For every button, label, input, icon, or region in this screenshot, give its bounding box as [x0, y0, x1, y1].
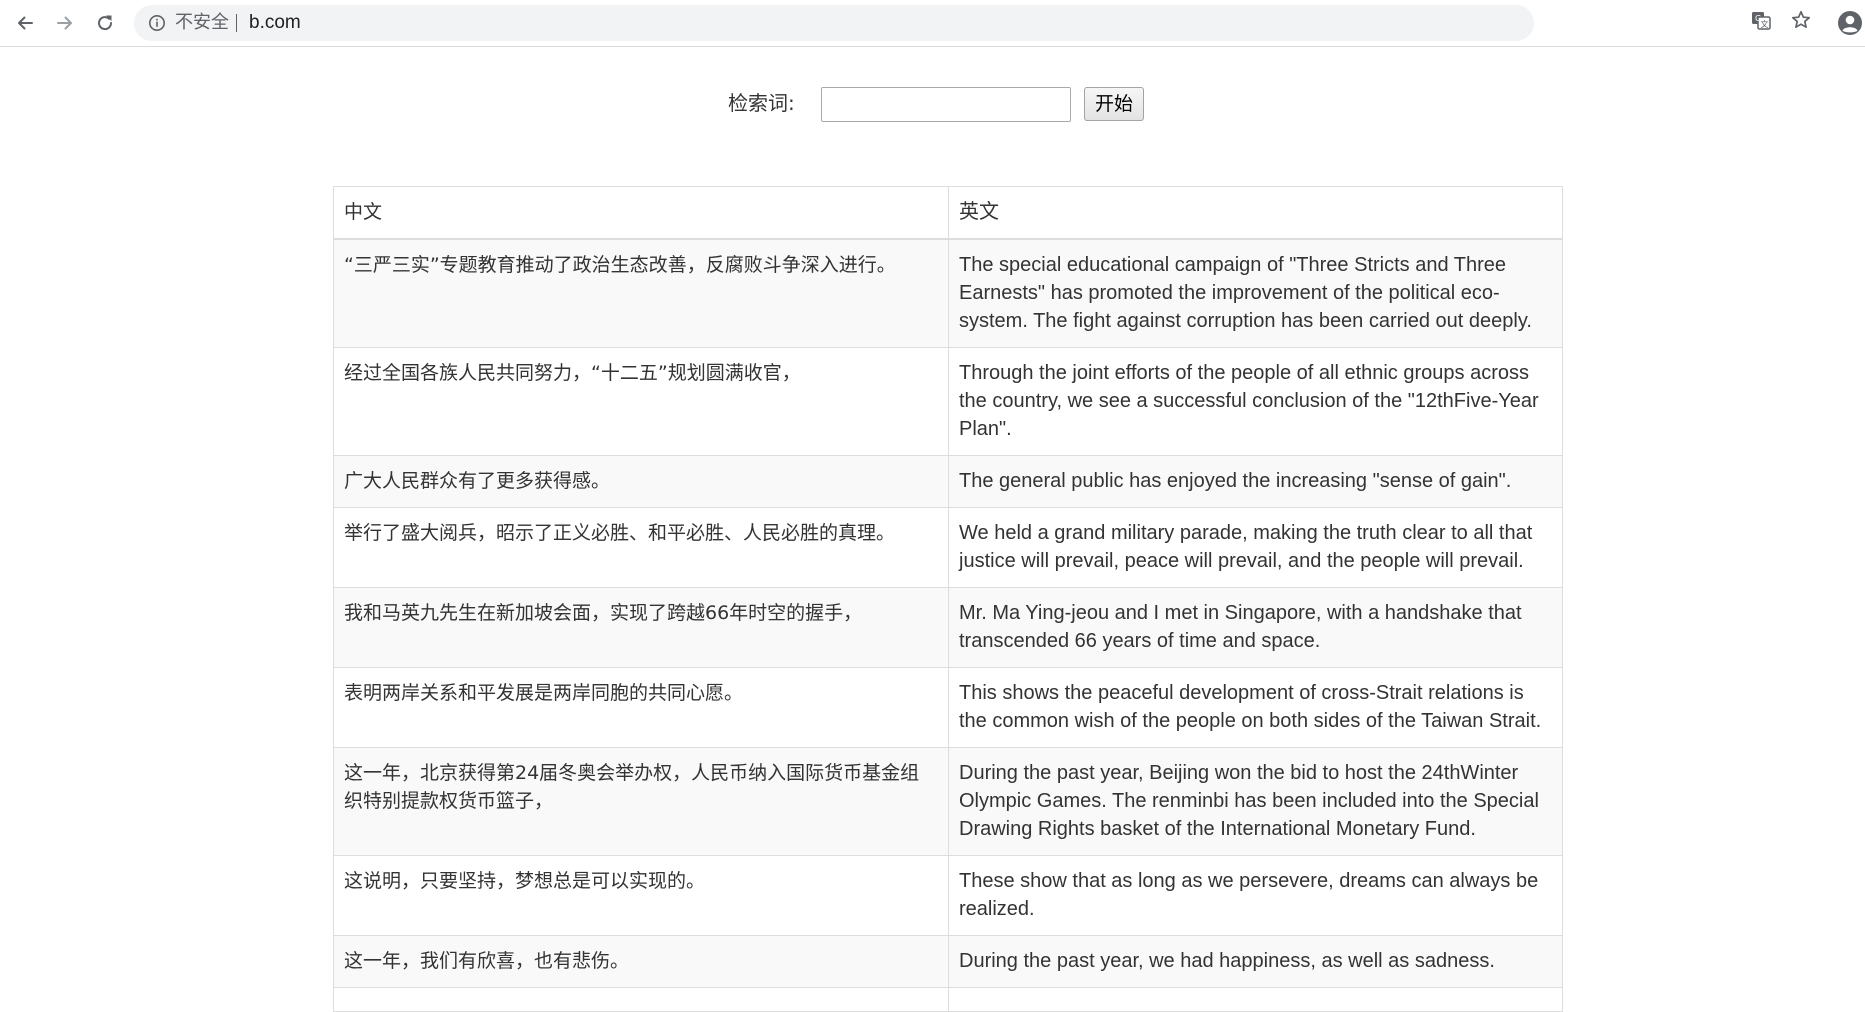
start-search-button[interactable]: 开始 [1084, 87, 1144, 121]
table-row: 我和马英九先生在新加坡会面，实现了跨越66年时空的握手， Mr. Ma Ying… [333, 587, 1563, 668]
cell-chinese: 这一年，我们有欣喜，也有悲伤。 [333, 935, 949, 988]
forward-button[interactable] [49, 7, 81, 39]
cell-english: We held a grand military parade, making … [948, 507, 1563, 588]
info-icon[interactable] [148, 14, 166, 32]
header-chinese: 中文 [333, 186, 949, 240]
table-row: 经过全国各族人民共同努力，“十二五”规划圆满收官， Through the jo… [333, 347, 1563, 456]
reload-icon [98, 15, 113, 31]
table-row: 举行了盛大阅兵，昭示了正义必胜、和平必胜、人民必胜的真理。 We held a … [333, 507, 1563, 588]
arrow-left-icon [18, 16, 33, 30]
url-text[interactable]: b.com [249, 12, 301, 34]
table-row [333, 987, 1563, 1012]
cell-chinese: 这一年，北京获得第24届冬奥会举办权，人民币纳入国际货币基金组织特别提款权货币篮… [333, 747, 949, 856]
cell-english [948, 987, 1563, 1012]
table-row: 广大人民群众有了更多获得感。 The general public has en… [333, 455, 1563, 508]
cell-english: These show that as long as we persevere,… [948, 855, 1563, 936]
results-table: 中文 英文 “三严三实”专题教育推动了政治生态改善，反腐败斗争深入进行。 The… [333, 186, 1563, 1012]
cell-english: The special educational campaign of "Thr… [948, 238, 1563, 348]
svg-text:文: 文 [1761, 19, 1769, 29]
cell-chinese: “三严三实”专题教育推动了政治生态改善，反腐败斗争深入进行。 [333, 238, 949, 348]
table-row: 这说明，只要坚持，梦想总是可以实现的。 These show that as l… [333, 855, 1563, 936]
account-icon[interactable] [1837, 10, 1863, 36]
table-row: 表明两岸关系和平发展是两岸同胞的共同心愿。 This shows the pea… [333, 667, 1563, 748]
omnibox-divider [236, 14, 237, 32]
translate-icon[interactable]: G 文 [1750, 9, 1772, 31]
reload-button[interactable] [89, 7, 121, 39]
search-input[interactable] [821, 87, 1071, 122]
star-icon[interactable] [1790, 9, 1812, 31]
cell-english: During the past year, we had happiness, … [948, 935, 1563, 988]
cell-chinese: 这说明，只要坚持，梦想总是可以实现的。 [333, 855, 949, 936]
arrow-right-icon [57, 16, 72, 30]
security-status-text[interactable]: 不安全 [175, 12, 229, 34]
cell-chinese: 表明两岸关系和平发展是两岸同胞的共同心愿。 [333, 667, 949, 748]
cell-english: This shows the peaceful development of c… [948, 667, 1563, 748]
table-row: “三严三实”专题教育推动了政治生态改善，反腐败斗争深入进行。 The speci… [333, 238, 1563, 348]
browser-toolbar: 不安全 b.com G 文 [0, 0, 1865, 47]
cell-chinese: 举行了盛大阅兵，昭示了正义必胜、和平必胜、人民必胜的真理。 [333, 507, 949, 588]
header-english: 英文 [948, 186, 1563, 240]
table-row: 这一年，我们有欣喜，也有悲伤。 During the past year, we… [333, 935, 1563, 988]
cell-english: Mr. Ma Ying-jeou and I met in Singapore,… [948, 587, 1563, 668]
cell-english: Through the joint efforts of the people … [948, 347, 1563, 456]
search-label: 检索词: [728, 91, 795, 115]
back-button[interactable] [9, 7, 41, 39]
table-header-row: 中文 英文 [333, 186, 1563, 240]
cell-english: During the past year, Beijing won the bi… [948, 747, 1563, 856]
cell-english: The general public has enjoyed the incre… [948, 455, 1563, 508]
cell-chinese [333, 987, 949, 1012]
cell-chinese: 广大人民群众有了更多获得感。 [333, 455, 949, 508]
cell-chinese: 我和马英九先生在新加坡会面，实现了跨越66年时空的握手， [333, 587, 949, 668]
address-bar[interactable]: 不安全 b.com [134, 5, 1534, 41]
table-row: 这一年，北京获得第24届冬奥会举办权，人民币纳入国际货币基金组织特别提款权货币篮… [333, 747, 1563, 856]
cell-chinese: 经过全国各族人民共同努力，“十二五”规划圆满收官， [333, 347, 949, 456]
